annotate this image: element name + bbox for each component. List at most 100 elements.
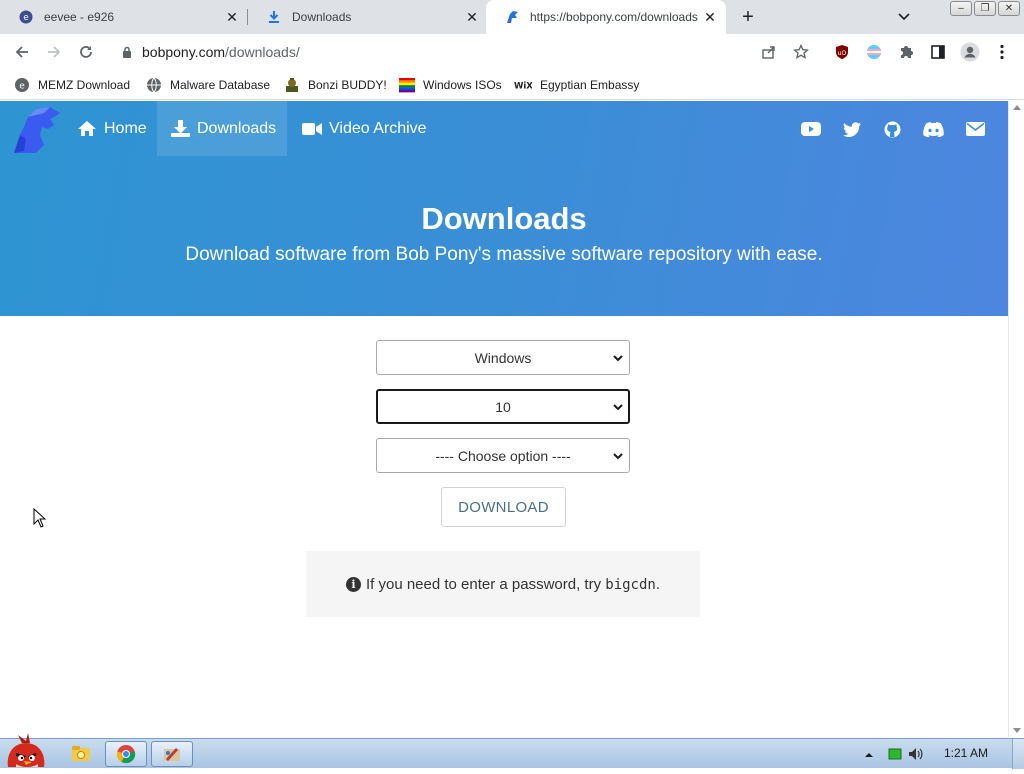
option-select[interactable]: ---- Choose option ---- xyxy=(376,438,630,473)
bookmark-memz[interactable]: e MEMZ Download xyxy=(14,75,130,95)
browser-toolbar: bobpony.com/downloads/ uO xyxy=(0,34,1024,70)
svg-text:uO: uO xyxy=(838,50,847,57)
address-bar[interactable]: bobpony.com/downloads/ xyxy=(106,37,820,67)
nav-downloads-label: Downloads xyxy=(197,119,277,137)
url-text: bobpony.com/downloads/ xyxy=(142,44,300,60)
bookmark-label: Bonzi BUDDY! xyxy=(308,78,387,92)
lock-icon[interactable] xyxy=(120,45,134,59)
os-select[interactable]: Windows xyxy=(376,340,630,375)
taskbar-clock[interactable]: 1:21 AM xyxy=(944,746,988,760)
tab-downloads[interactable]: Downloads ✕ xyxy=(248,0,488,34)
info-circle-icon: i xyxy=(345,576,361,592)
close-icon[interactable]: ✕ xyxy=(224,9,240,25)
scroll-up-arrow-icon[interactable] xyxy=(1013,105,1021,110)
github-icon[interactable] xyxy=(881,119,903,139)
close-window-button[interactable]: ✕ xyxy=(998,1,1020,16)
mouse-pointer-icon xyxy=(33,507,47,533)
nav-downloads[interactable]: Downloads xyxy=(157,101,287,156)
discord-icon[interactable] xyxy=(922,119,944,139)
explorer-icon xyxy=(72,746,90,761)
svg-text:WiX: WiX xyxy=(514,82,532,91)
email-icon[interactable] xyxy=(964,119,986,139)
show-desktop-button[interactable] xyxy=(1012,739,1024,769)
bookmark-label: Egyptian Embassy xyxy=(540,78,640,92)
download-button[interactable]: DOWNLOAD xyxy=(441,487,566,527)
bobpony-favicon xyxy=(504,9,520,25)
chrome-icon xyxy=(116,745,136,764)
video-camera-icon xyxy=(302,122,322,135)
minimize-button[interactable]: – xyxy=(950,1,972,16)
profile-avatar-icon[interactable] xyxy=(959,41,981,63)
bookmark-label: MEMZ Download xyxy=(38,78,131,92)
twitter-icon[interactable] xyxy=(841,119,863,139)
windows-flag-icon xyxy=(399,77,415,93)
nav-video-archive-label: Video Archive xyxy=(329,119,427,137)
os-select-value: Windows xyxy=(474,349,532,366)
bookmark-egyptian-embassy[interactable]: WiX Egyptian Embassy xyxy=(514,75,639,95)
version-select[interactable]: 10 xyxy=(376,389,630,424)
bonzi-icon xyxy=(284,77,300,93)
bookmark-label: Malware Database xyxy=(170,78,271,92)
hint-password: bigcdn xyxy=(605,576,656,593)
download-arrow-favicon xyxy=(266,9,282,25)
back-arrow-icon[interactable] xyxy=(10,40,34,64)
taskbar-chrome[interactable] xyxy=(105,741,147,767)
download-icon xyxy=(171,120,190,137)
taskbar-explorer[interactable] xyxy=(60,741,102,767)
bookmark-star-icon[interactable] xyxy=(790,41,812,63)
bobpony-logo[interactable] xyxy=(10,105,64,155)
tab-e926[interactable]: e eevee - e926 ✕ xyxy=(0,0,248,34)
reload-icon[interactable] xyxy=(74,40,98,64)
tab-title: Downloads xyxy=(292,10,352,24)
battery-green-icon[interactable] xyxy=(888,748,902,760)
menu-kebab-icon[interactable] xyxy=(991,41,1013,63)
version-select-value: 10 xyxy=(495,398,511,415)
bookmark-label: Windows ISOs xyxy=(423,78,502,92)
trans-flag-extension-icon[interactable] xyxy=(863,41,885,63)
extensions-puzzle-icon[interactable] xyxy=(895,41,917,63)
site-navbar: Home Downloads Video Archive xyxy=(0,101,1008,156)
volume-speaker-icon[interactable] xyxy=(908,747,924,761)
tab-bobpony[interactable]: https://bobpony.com/downloads ✕ xyxy=(486,0,726,34)
start-button-angry-bird-icon[interactable] xyxy=(2,731,48,769)
bookmark-bonzi-buddy[interactable]: Bonzi BUDDY! xyxy=(284,75,387,95)
scroll-down-arrow-icon[interactable] xyxy=(1013,728,1021,733)
ublock-icon[interactable]: uO xyxy=(831,41,853,63)
chevron-down-icon xyxy=(613,355,623,362)
page-title: Downloads xyxy=(421,201,587,236)
tab-search-chevron-icon[interactable] xyxy=(894,8,914,26)
taskbar-paint[interactable] xyxy=(151,741,193,767)
close-icon[interactable]: ✕ xyxy=(702,9,718,25)
nav-home[interactable]: Home xyxy=(66,101,158,156)
new-tab-button[interactable]: + xyxy=(736,6,760,28)
tab-title: https://bobpony.com/downloads xyxy=(530,10,698,24)
forward-arrow-icon[interactable] xyxy=(42,40,66,64)
home-icon xyxy=(78,121,96,136)
hint-text-before: If you need to enter a password, try xyxy=(365,575,606,593)
restore-button[interactable]: ❐ xyxy=(974,1,996,16)
memz-icon: e xyxy=(14,77,30,93)
tray-expand-arrow-icon[interactable] xyxy=(862,752,876,757)
page-scrollbar[interactable] xyxy=(1008,101,1024,737)
svg-text:e: e xyxy=(23,13,29,23)
window-controls: – ❐ ✕ xyxy=(950,1,1020,16)
e926-favicon: e xyxy=(18,9,34,25)
system-tray xyxy=(862,739,924,769)
side-panel-icon[interactable] xyxy=(927,41,949,63)
nav-video-archive[interactable]: Video Archive xyxy=(302,101,427,156)
tab-strip: e eevee - e926 ✕ Downloads ✕ https://bob… xyxy=(0,0,1024,34)
option-select-value: ---- Choose option ---- xyxy=(435,447,571,464)
youtube-icon[interactable] xyxy=(800,119,822,139)
bookmark-malware-database[interactable]: Malware Database xyxy=(146,75,270,95)
url-path: /downloads/ xyxy=(225,44,300,60)
globe-icon xyxy=(146,77,162,93)
bookmarks-bar: e MEMZ Download Malware Database Bonzi B… xyxy=(0,70,1024,100)
nav-home-label: Home xyxy=(104,119,147,137)
bookmark-windows-isos[interactable]: Windows ISOs xyxy=(399,75,502,95)
chevron-down-icon xyxy=(613,453,623,460)
url-host: bobpony.com xyxy=(142,44,226,60)
page-subtitle: Download software from Bob Pony's massiv… xyxy=(185,244,823,265)
close-icon[interactable]: ✕ xyxy=(464,9,480,25)
tab-title: eevee - e926 xyxy=(44,10,115,24)
share-icon[interactable] xyxy=(758,41,780,63)
